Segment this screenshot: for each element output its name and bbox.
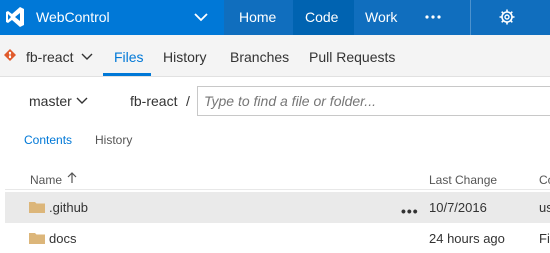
column-last-change-header[interactable]: Last Change [429,173,497,187]
code-subnav: fb-react Files History Branches Pull Req… [0,35,550,77]
column-commit-header[interactable]: Co [539,173,550,187]
tab-history[interactable]: History [163,49,207,65]
nav-work[interactable]: Work [365,9,397,25]
git-repo-icon [4,49,16,61]
project-name[interactable]: WebControl [36,9,110,25]
folder-icon [29,202,45,213]
path-root-link[interactable]: fb-react [130,93,177,109]
chevron-down-icon[interactable] [194,11,208,23]
tab-content-history[interactable]: History [95,133,132,147]
path-separator: / [186,93,190,109]
nav-code[interactable]: Code [305,9,338,25]
nav-divider [470,0,471,35]
top-bar: WebControl Home Code Work [0,0,550,35]
column-name-header[interactable]: Name [30,173,62,187]
active-tab-indicator [103,73,151,76]
file-search-input[interactable] [197,86,550,116]
ellipsis-icon[interactable] [424,12,442,22]
sort-ascending-icon[interactable] [67,172,77,184]
folder-icon [29,233,45,244]
tab-contents[interactable]: Contents [24,133,72,147]
tab-files[interactable]: Files [114,49,144,65]
file-name-link[interactable]: .github [49,200,88,215]
commit-value: us [539,200,550,215]
last-change-value: 10/7/2016 [429,200,487,215]
chevron-down-icon[interactable] [76,96,88,106]
nav-home[interactable]: Home [239,9,276,25]
chevron-down-icon[interactable] [81,52,93,62]
file-name-link[interactable]: docs [49,231,76,246]
tab-branches[interactable]: Branches [230,49,289,65]
last-change-value: 24 hours ago [429,231,505,246]
gear-icon[interactable] [499,9,515,25]
tab-pull-requests[interactable]: Pull Requests [309,49,395,65]
branch-selector[interactable]: master [29,93,72,109]
row-more-actions[interactable]: ••• [401,204,419,218]
repo-selector[interactable]: fb-react [26,49,73,65]
commit-value: Fi [539,231,550,246]
hub-nav: Home Code Work [224,0,550,35]
visual-studio-logo-icon[interactable] [3,5,27,29]
